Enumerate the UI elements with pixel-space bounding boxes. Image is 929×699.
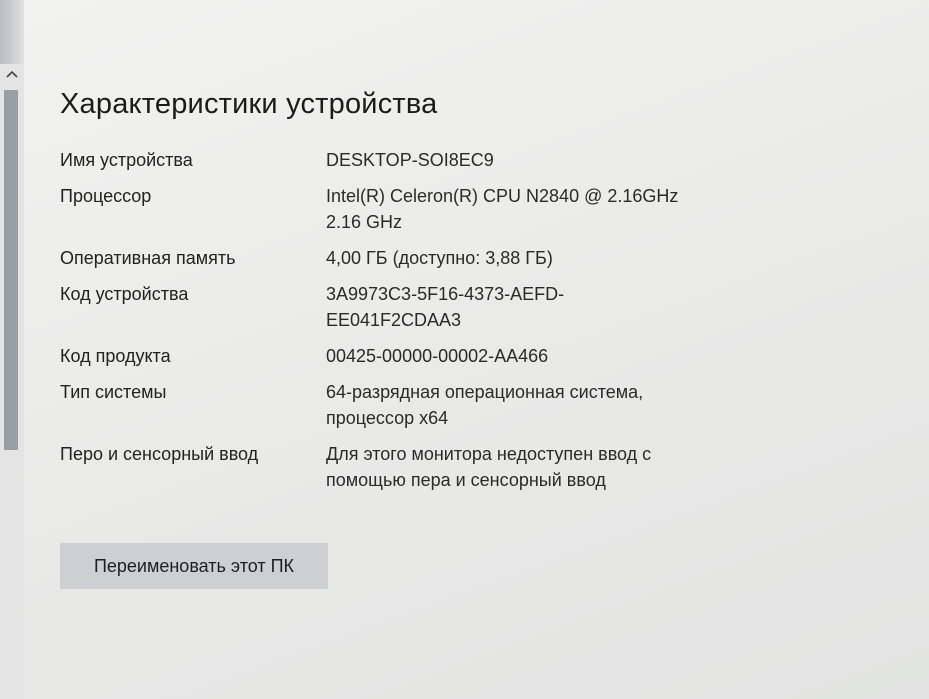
spec-value-line: Intel(R) Celeron(R) CPU N2840 @ 2.16GHz	[326, 186, 679, 206]
spec-value-line: 4,00 ГБ (доступно: 3,88 ГБ)	[326, 248, 553, 268]
spec-row-pen-touch: Перо и сенсорный ввод Для этого монитора…	[60, 441, 900, 493]
spec-value: 64-разрядная операционная система, проце…	[326, 379, 746, 431]
spec-label: Код устройства	[60, 284, 189, 304]
spec-value-line: EE041F2CDAA3	[326, 310, 462, 330]
spec-row-product-id: Код продукта 00425-00000-00002-AA466	[60, 343, 900, 369]
chevron-up-icon	[6, 70, 18, 78]
spec-label: Код продукта	[60, 346, 171, 366]
spec-label: Процессор	[60, 186, 152, 206]
settings-screen: Характеристики устройства Имя устройства…	[0, 0, 929, 699]
scroll-up-button[interactable]	[2, 64, 22, 84]
spec-value: 3A9973C3-5F16-4373-AEFD- EE041F2CDAA3	[326, 281, 746, 333]
spec-row-device-id: Код устройства 3A9973C3-5F16-4373-AEFD- …	[60, 281, 900, 333]
spec-value: 00425-00000-00002-AA466	[326, 343, 746, 369]
spec-value-line: 64-разрядная операционная система,	[326, 382, 644, 402]
spec-label: Тип системы	[60, 382, 167, 402]
spec-label: Перо и сенсорный ввод	[60, 444, 259, 464]
section-title: Характеристики устройства	[60, 88, 438, 120]
spec-value-line: DESKTOP-SOI8EC9	[326, 150, 494, 170]
spec-label: Оперативная память	[60, 248, 236, 268]
spec-value: Для этого монитора недоступен ввод с пом…	[326, 441, 746, 493]
spec-value: Intel(R) Celeron(R) CPU N2840 @ 2.16GHz …	[326, 183, 746, 235]
specs-list: Имя устройства DESKTOP-SOI8EC9 Процессор…	[60, 147, 900, 493]
spec-value-line: Для этого монитора недоступен ввод с	[326, 444, 652, 464]
spec-label: Имя устройства	[60, 150, 193, 170]
scrollbar-thumb[interactable]	[4, 90, 18, 450]
device-specs-section: Характеристики устройства Имя устройства…	[60, 88, 900, 503]
rename-pc-button[interactable]: Переименовать этот ПК	[60, 543, 328, 589]
spec-row-ram: Оперативная память 4,00 ГБ (доступно: 3,…	[60, 245, 900, 271]
spec-value-line: 2.16 GHz	[326, 212, 403, 232]
spec-row-processor: Процессор Intel(R) Celeron(R) CPU N2840 …	[60, 183, 900, 235]
spec-value-line: процессор x64	[326, 408, 449, 428]
spec-value-line: 3A9973C3-5F16-4373-AEFD-	[326, 284, 565, 304]
spec-value-line: помощью пера и сенсорный ввод	[326, 470, 606, 490]
spec-value: DESKTOP-SOI8EC9	[326, 147, 746, 173]
spec-row-device-name: Имя устройства DESKTOP-SOI8EC9	[60, 147, 900, 173]
spec-row-system-type: Тип системы 64-разрядная операционная си…	[60, 379, 900, 431]
spec-value: 4,00 ГБ (доступно: 3,88 ГБ)	[326, 245, 746, 271]
spec-value-line: 00425-00000-00002-AA466	[326, 346, 549, 366]
